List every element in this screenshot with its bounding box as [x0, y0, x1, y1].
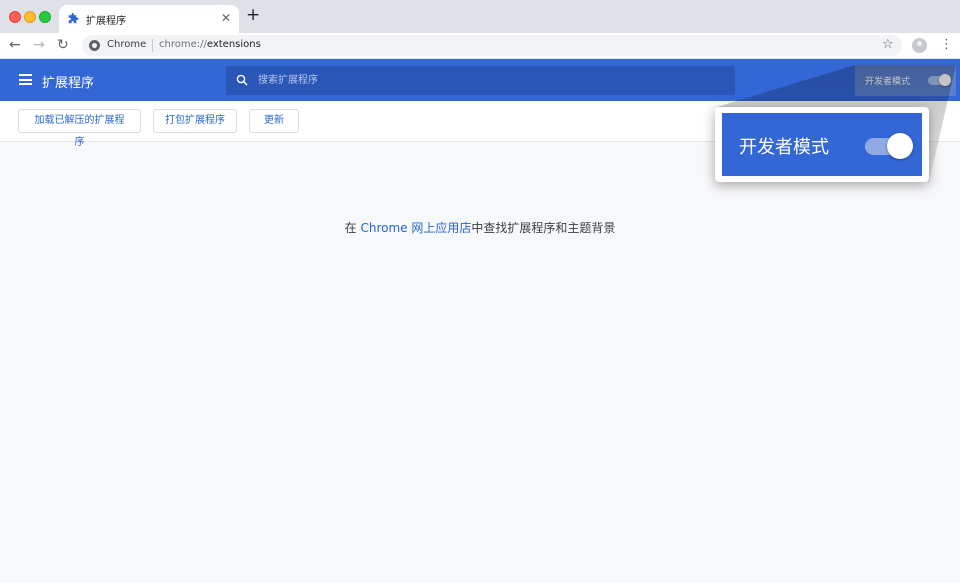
callout-toggle [865, 133, 913, 159]
star-icon[interactable]: ☆ [882, 38, 894, 51]
search-input[interactable] [258, 73, 718, 88]
dev-mode-toggle[interactable] [928, 74, 951, 86]
web-store-link[interactable]: Chrome 网上应用店 [360, 221, 471, 235]
back-button[interactable]: ← [9, 36, 21, 54]
load-unpacked-button[interactable]: 加载已解压的扩展程序 [18, 109, 141, 148]
tab-strip: 扩展程序 ✕ + [0, 0, 960, 33]
empty-state-message: 在 Chrome 网上应用店中查找扩展程序和主题背景 [0, 219, 960, 236]
omnibox[interactable]: Chrome chrome://extensions [82, 35, 902, 56]
update-button[interactable]: 更新 [249, 109, 299, 133]
search-icon [236, 74, 248, 86]
reload-button[interactable]: ↻ [57, 36, 69, 54]
extensions-header: 扩展程序 开发者模式 [0, 59, 960, 101]
tab-title: 扩展程序 [86, 16, 126, 27]
hamburger-icon[interactable] [19, 74, 32, 85]
puzzle-icon [68, 13, 79, 24]
empty-state-prefix: 在 [344, 221, 361, 235]
url-path: extensions [206, 39, 261, 50]
callout-panel: 开发者模式 [722, 113, 922, 176]
new-tab-button[interactable]: + [246, 7, 260, 24]
forward-button[interactable]: → [33, 36, 45, 54]
omnibox-chip: Chrome [107, 39, 147, 50]
page-title: 扩展程序 [42, 76, 95, 91]
pack-extension-button[interactable]: 打包扩展程序 [153, 109, 237, 133]
url-scheme: chrome:// [159, 39, 207, 50]
site-info-icon[interactable] [89, 40, 100, 51]
tab-extensions[interactable]: 扩展程序 ✕ [59, 5, 239, 33]
dev-mode-toggle-knob [939, 74, 951, 86]
zoom-window-button[interactable] [39, 11, 51, 23]
minimize-window-button[interactable] [24, 11, 36, 23]
callout-toggle-knob [887, 133, 913, 159]
empty-state-suffix: 中查找扩展程序和主题背景 [471, 221, 616, 235]
dev-mode-callout: 开发者模式 [715, 107, 929, 182]
close-window-button[interactable] [9, 11, 21, 23]
omnibox-url[interactable]: chrome://extensions [159, 39, 261, 50]
omnibox-divider [152, 39, 153, 52]
profile-icon[interactable] [912, 38, 927, 53]
dev-mode-label: 开发者模式 [865, 77, 911, 87]
browser-toolbar: ← → ↻ Chrome chrome://extensions ☆ ⋮ [0, 33, 960, 59]
tab-close-icon[interactable]: ✕ [221, 11, 231, 25]
dev-mode-control: 开发者模式 [855, 65, 956, 96]
menu-icon[interactable]: ⋮ [940, 37, 953, 53]
callout-label: 开发者模式 [739, 137, 829, 158]
search-box[interactable] [226, 66, 735, 95]
